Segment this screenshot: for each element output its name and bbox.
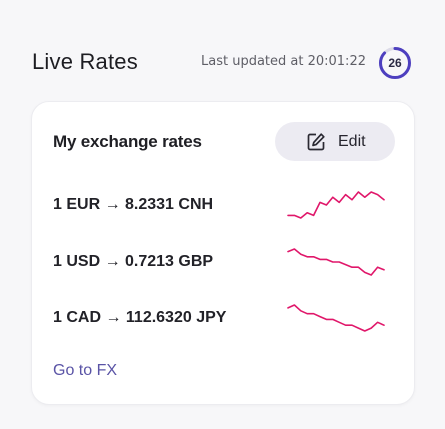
rate-sparkline xyxy=(287,191,385,219)
rate-sparkline xyxy=(287,248,385,276)
rate-text: 1 CAD → 112.6320 JPY xyxy=(53,309,227,326)
sparkline-line xyxy=(287,248,385,276)
page-title: Live Rates xyxy=(32,49,138,74)
rate-row[interactable]: 1 EUR → 8.2331 CNH xyxy=(32,186,414,226)
edit-pencil-icon xyxy=(307,133,325,151)
edit-button-label: Edit xyxy=(338,133,366,150)
rate-text: 1 USD → 0.7213 GBP xyxy=(53,253,214,270)
card-title: My exchange rates xyxy=(53,132,202,151)
rate-sparkline xyxy=(287,304,385,332)
sparkline-line xyxy=(287,191,385,219)
rate-row[interactable]: 1 CAD → 112.6320 JPY xyxy=(32,299,414,339)
header: Live Rates Last updated at 20:01:22 26 xyxy=(32,46,422,80)
rate-text: 1 EUR → 8.2331 CNH xyxy=(53,196,214,213)
edit-button[interactable]: Edit xyxy=(275,122,395,161)
go-to-fx-link[interactable]: Go to FX xyxy=(53,362,117,380)
refresh-countdown[interactable]: 26 xyxy=(378,46,412,80)
sparkline-line xyxy=(287,304,385,332)
rate-row[interactable]: 1 USD → 0.7213 GBP xyxy=(32,243,414,283)
countdown-value: 26 xyxy=(388,56,402,70)
last-updated-text: Last updated at 20:01:22 xyxy=(201,54,366,69)
exchange-rates-card: My exchange rates Edit 1 EUR → 8.2331 CN… xyxy=(31,101,415,405)
